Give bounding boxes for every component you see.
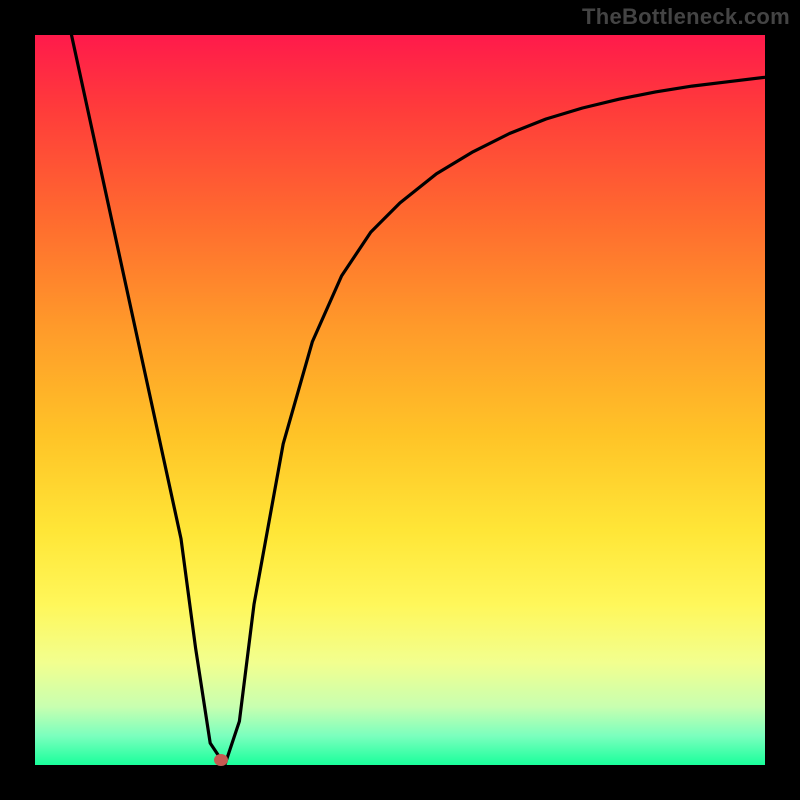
curve-path <box>72 35 766 765</box>
watermark-text: TheBottleneck.com <box>582 4 790 30</box>
plot-area <box>35 35 765 765</box>
marker-dot <box>214 754 228 766</box>
chart-frame: TheBottleneck.com <box>0 0 800 800</box>
curve-svg <box>35 35 765 765</box>
